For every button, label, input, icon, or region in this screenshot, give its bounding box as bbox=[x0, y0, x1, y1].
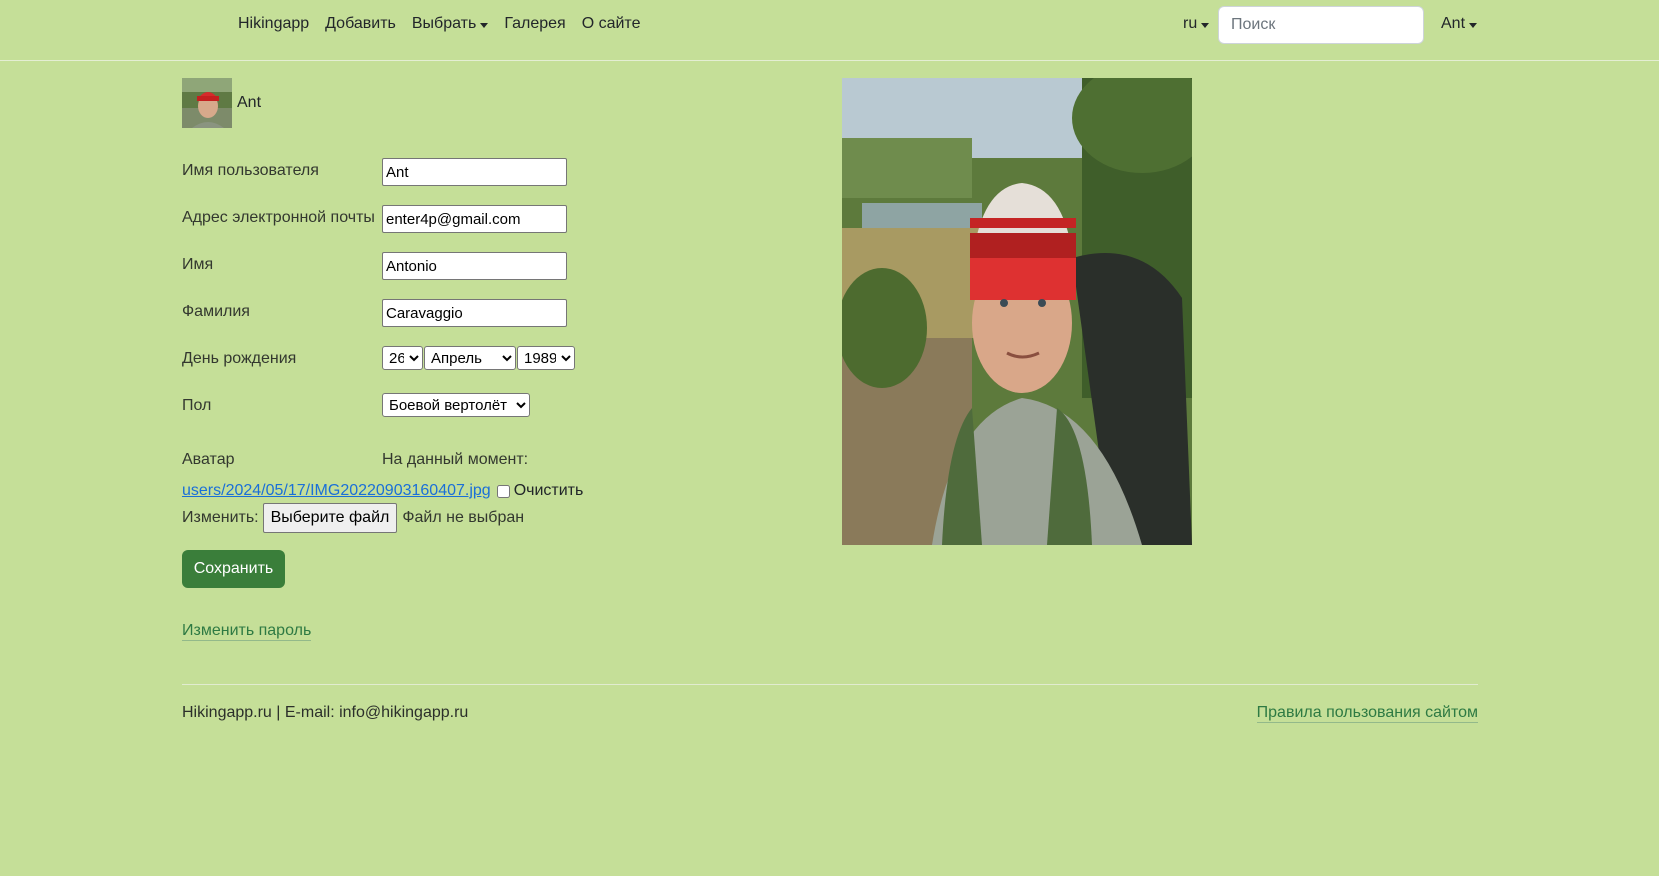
site-rules-link[interactable]: Правила пользования сайтом bbox=[1256, 704, 1478, 723]
username-label: Имя пользователя bbox=[182, 162, 319, 179]
avatar-change-label: Изменить: bbox=[182, 509, 259, 526]
gender-select[interactable]: Боевой вертолёт bbox=[382, 393, 530, 417]
avatar-change-row: Изменить: Выберите файл Файл не выбран bbox=[182, 503, 524, 533]
search-input[interactable] bbox=[1218, 6, 1424, 44]
language-dropdown[interactable]: ru bbox=[1183, 15, 1210, 33]
footer-contact: Hikingapp.ru | E-mail: info@hikingapp.ru bbox=[182, 704, 469, 721]
first-name-field[interactable] bbox=[382, 252, 567, 280]
caret-down-icon bbox=[1469, 22, 1478, 28]
profile-name: Ant bbox=[237, 94, 262, 111]
choose-file-button[interactable]: Выберите файл bbox=[262, 503, 398, 533]
avatar-thumbnail bbox=[182, 78, 232, 128]
nav-brand-link[interactable]: Hikingapp bbox=[238, 15, 309, 33]
navbar: Hikingapp Добавить Выбрать Галерея О сай… bbox=[0, 0, 1659, 61]
nav-choose-label: Выбрать bbox=[411, 15, 477, 32]
birthday-month-select[interactable]: Апрель bbox=[424, 346, 516, 370]
language-label: ru bbox=[1183, 15, 1198, 32]
avatar-file-link[interactable]: users/2024/05/17/IMG20220903160407.jpg bbox=[182, 482, 491, 500]
nav-choose-dropdown[interactable]: Выбрать bbox=[411, 15, 489, 33]
user-menu-label: Ant bbox=[1441, 15, 1466, 32]
avatar-clear-label: Очистить bbox=[513, 482, 584, 499]
email-label: Адрес электронной почты bbox=[182, 209, 375, 226]
avatar-clear-checkbox[interactable] bbox=[496, 484, 510, 498]
change-password-link[interactable]: Изменить пароль bbox=[182, 622, 312, 641]
nav-gallery-link[interactable]: Галерея bbox=[504, 15, 565, 33]
caret-down-icon bbox=[1201, 22, 1210, 28]
email-field[interactable] bbox=[382, 205, 567, 233]
birthday-year-select[interactable]: 1989 bbox=[517, 346, 575, 370]
user-menu-dropdown[interactable]: Ant bbox=[1441, 15, 1478, 33]
gender-label: Пол bbox=[182, 397, 212, 414]
nav-links: Hikingapp Добавить Выбрать Галерея О сай… bbox=[238, 15, 656, 33]
save-button[interactable]: Сохранить bbox=[182, 550, 285, 588]
username-field[interactable] bbox=[382, 158, 567, 186]
no-file-label: Файл не выбран bbox=[402, 509, 525, 526]
last-name-field[interactable] bbox=[382, 299, 567, 327]
avatar-current-label: На данный момент: bbox=[382, 451, 529, 468]
footer-divider bbox=[182, 684, 1478, 685]
profile-header: Ant bbox=[182, 78, 261, 128]
birthday-label: День рождения bbox=[182, 350, 297, 367]
avatar-label: Аватар bbox=[182, 451, 235, 468]
last-name-label: Фамилия bbox=[182, 303, 250, 320]
avatar-current-file: users/2024/05/17/IMG20220903160407.jpg О… bbox=[182, 482, 583, 500]
nav-about-link[interactable]: О сайте bbox=[582, 15, 641, 33]
birthday-day-select[interactable]: 26 bbox=[382, 346, 423, 370]
profile-photo bbox=[842, 78, 1192, 545]
first-name-label: Имя bbox=[182, 256, 214, 273]
nav-add-link[interactable]: Добавить bbox=[325, 15, 396, 33]
caret-down-icon bbox=[480, 22, 489, 28]
